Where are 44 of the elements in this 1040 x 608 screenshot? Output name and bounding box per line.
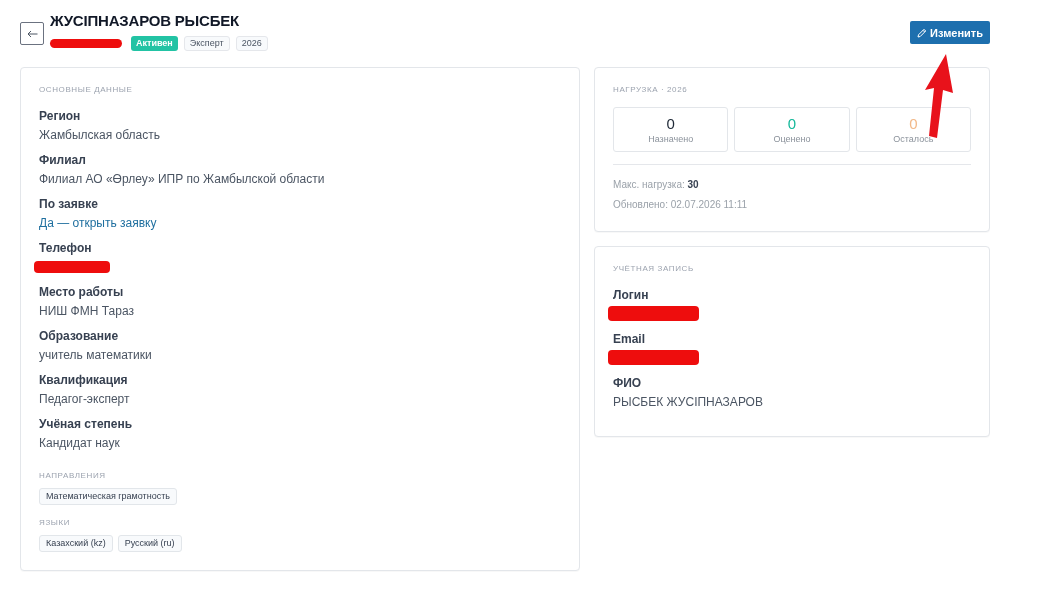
field-value: Педагог-эксперт [39,391,130,407]
stat-label: Осталось [893,133,934,145]
field-label: Место работы [39,284,124,300]
status-badge: Активен [131,36,178,51]
field-value: Кандидат наук [39,435,120,451]
field-value: РЫСБЕК ЖУСІПНАЗАРОВ [613,394,763,410]
stat-label: Назначено [648,133,694,145]
section-heading: НАПРАВЛЕНИЯ [39,471,107,481]
field-label: Регион [39,108,81,124]
tag-chip: Русский (ru) [117,535,182,552]
field-value: НИШ ФМН Тараз [39,303,134,319]
edit-button[interactable]: Изменить [910,21,990,44]
stat-value: 0 [909,114,918,132]
back-arrow-icon [26,29,38,38]
page-title: ЖУСІПНАЗАРОВ РЫСБЕК [50,12,241,30]
field-label: Образование [39,328,119,344]
tag-badge: 2026 [235,36,268,51]
tag-chip: Казахский (kz) [39,535,113,552]
field-label: Учёная степень [39,416,133,432]
stat-value: 0 [666,114,675,132]
stat-label: Оценено [773,133,811,145]
field-label: По заявке [39,196,98,212]
redaction-bar [50,39,122,48]
field-label: Квалификация [39,372,128,388]
field-label: Email [613,331,645,347]
application-link[interactable]: Да — открыть заявку [39,215,157,231]
field-label: ФИО [613,375,642,391]
pencil-icon [917,27,928,38]
max-load-text: Макс. нагрузка: 30 [613,178,700,191]
section-heading: ОСНОВНЫЕ ДАННЫЕ [39,85,134,95]
stat-value: 0 [787,114,797,132]
field-label: Логин [613,287,649,303]
field-value: учитель математики [39,347,152,363]
tag-badge: Эксперт [183,36,230,51]
section-heading: НАГРУЗКА · 2026 [613,85,689,95]
tag-chip: Математическая грамотность [39,488,177,505]
field-label: Телефон [39,240,92,256]
field-label: Филиал [39,152,86,168]
field-value: Жамбылская область [39,127,160,143]
section-heading: ЯЗЫКИ [39,518,72,528]
updated-text: Обновлено: 02.07.2026 11:11 [613,198,749,211]
back-button[interactable] [20,22,44,45]
section-heading: УЧЁТНАЯ ЗАПИСЬ [613,264,695,274]
field-value: Филиал АО «Өрлеу» ИПР по Жамбылской области [39,171,325,187]
